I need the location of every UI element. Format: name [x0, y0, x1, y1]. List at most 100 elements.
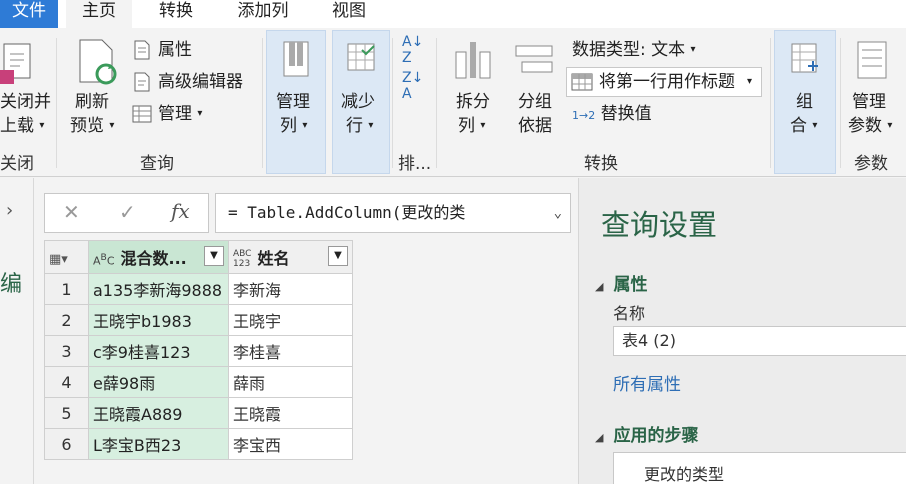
- manage-columns-icon: [283, 41, 309, 77]
- applied-step-item[interactable]: 更改的类型: [613, 452, 906, 484]
- reduce-rows-icon: [347, 43, 375, 71]
- combine-button[interactable]: 合 ▾: [790, 114, 817, 138]
- cell-name[interactable]: 王晓宇: [228, 304, 353, 336]
- column-filter-button[interactable]: ▼: [328, 245, 348, 266]
- table-row: 5 王晓霞A889 王晓霞: [44, 397, 353, 429]
- cell-name[interactable]: 李桂喜: [228, 335, 353, 367]
- queries-vertical-label: 编: [0, 272, 23, 297]
- manage-table-icon: [132, 105, 152, 123]
- cell-name[interactable]: 李新海: [228, 273, 353, 305]
- chevron-right-icon[interactable]: ›: [6, 200, 13, 221]
- pane-title: 查询设置: [601, 208, 718, 242]
- tab-view[interactable]: 视图: [320, 0, 378, 28]
- close-load-label-1[interactable]: 关闭并: [0, 90, 51, 114]
- expand-formula-icon[interactable]: ⌄: [554, 194, 562, 232]
- split-column-label-2: 列: [458, 116, 475, 136]
- refresh-label-2: 预览: [70, 116, 104, 136]
- split-column-button[interactable]: 列 ▾: [458, 114, 485, 138]
- chevron-down-icon[interactable]: ▾: [747, 70, 752, 94]
- ribbon-divider: [392, 38, 393, 168]
- row-number: 4: [44, 366, 89, 398]
- any-type-icon[interactable]: ABC 123: [233, 249, 251, 269]
- replace-values-label: 替换值: [600, 104, 652, 124]
- column-header-name[interactable]: ABC 123 姓名 ▼: [228, 240, 353, 274]
- column-header-name-label: 姓名: [257, 248, 290, 268]
- fx-icon[interactable]: fx: [171, 199, 190, 223]
- query-group-label: 查询: [140, 154, 174, 174]
- chevron-down-icon: ▾: [690, 44, 696, 55]
- manage-columns-button[interactable]: 列 ▾: [280, 114, 307, 138]
- manage-columns-label-1[interactable]: 管理: [276, 90, 310, 114]
- reduce-rows-label-1[interactable]: 减少: [341, 90, 375, 114]
- sort-descending-icon[interactable]: Z↓ A: [402, 70, 423, 102]
- table-row: 6 L李宝B西23 李宝西: [44, 428, 353, 460]
- manage-parameters-button[interactable]: 参数 ▾: [848, 114, 892, 138]
- all-properties-link[interactable]: 所有属性: [613, 370, 681, 395]
- reduce-rows-label-2: 行: [346, 116, 363, 136]
- params-group-label: 参数: [854, 154, 888, 174]
- properties-button[interactable]: 属性: [158, 38, 192, 62]
- chevron-down-icon: ▾: [368, 120, 374, 131]
- row-number: 3: [44, 335, 89, 367]
- table-row: 4 e薛98雨 薛雨: [44, 366, 353, 398]
- ribbon-divider: [770, 38, 771, 168]
- combine-icon: [791, 43, 818, 73]
- row-number: 5: [44, 397, 89, 429]
- sort-group-label: 排...: [398, 154, 432, 174]
- use-first-row-headers-button[interactable]: 将第一行用作标题 ▾: [566, 67, 762, 97]
- properties-section-header[interactable]: ◢ 属性: [595, 270, 647, 295]
- cell-mixed[interactable]: 王晓霞A889: [88, 397, 229, 429]
- tab-transform[interactable]: 转换: [146, 0, 206, 28]
- cell-mixed[interactable]: c李9桂喜123: [88, 335, 229, 367]
- advanced-editor-button[interactable]: 高级编辑器: [158, 70, 243, 94]
- group-by-label-2[interactable]: 依据: [518, 114, 552, 138]
- cell-mixed[interactable]: 王晓宇b1983: [88, 304, 229, 336]
- manage-columns-label-2: 列: [280, 116, 297, 136]
- reduce-rows-button[interactable]: 行 ▾: [346, 114, 373, 138]
- tab-home[interactable]: 主页: [66, 0, 132, 28]
- cell-name[interactable]: 王晓霞: [228, 397, 353, 429]
- combine-label-1[interactable]: 组: [796, 90, 813, 114]
- cell-mixed[interactable]: a135李新海9888: [88, 273, 229, 305]
- query-settings-pane: 查询设置 ◢ 属性 名称 表4 (2) 所有属性 ◢ 应用的步骤 更改的类型: [578, 178, 906, 484]
- cell-mixed[interactable]: L李宝B西23: [88, 428, 229, 460]
- replace-values-icon: 1→2: [572, 109, 596, 122]
- text-type-icon[interactable]: ABC: [93, 252, 115, 267]
- collapse-triangle-icon: ◢: [595, 431, 604, 444]
- formula-text: = Table.AddColumn(更改的类: [228, 203, 466, 222]
- sort-ascending-icon[interactable]: A↓ Z: [402, 34, 423, 66]
- manage-button[interactable]: 管理 ▾: [158, 102, 202, 126]
- replace-values-button[interactable]: 1→2 替换值: [572, 102, 652, 128]
- cell-name[interactable]: 李宝西: [228, 428, 353, 460]
- ribbon: 关闭并 上载 ▾ 关闭 刷新 预览 ▾ 属性 高级编辑器 管理 ▾ 查询 管理 …: [0, 28, 906, 177]
- refresh-label-1[interactable]: 刷新: [75, 90, 109, 114]
- grid-header-row: ▦▾ ABC 混合数... ▼ ABC 123 姓名 ▼: [44, 240, 353, 274]
- confirm-formula-icon[interactable]: ✓: [119, 200, 136, 224]
- tab-add-column[interactable]: 添加列: [228, 0, 298, 28]
- row-number: 1: [44, 273, 89, 305]
- chevron-down-icon: ▾: [39, 120, 45, 131]
- properties-section-label: 属性: [613, 275, 648, 295]
- applied-steps-header[interactable]: ◢ 应用的步骤: [595, 421, 698, 446]
- group-by-icon: [515, 45, 553, 73]
- query-name-input[interactable]: 表4 (2): [613, 326, 906, 356]
- data-type-button[interactable]: 数据类型: 文本 ▾: [572, 38, 696, 62]
- chevron-down-icon: ▾: [197, 108, 203, 119]
- split-column-icon: [455, 42, 491, 79]
- split-column-label-1[interactable]: 拆分: [456, 90, 490, 114]
- refresh-preview-button[interactable]: 预览 ▾: [70, 114, 114, 138]
- cell-mixed[interactable]: e薛98雨: [88, 366, 229, 398]
- tab-file[interactable]: 文件: [0, 0, 58, 28]
- column-filter-button[interactable]: ▼: [204, 246, 224, 266]
- group-by-label-1[interactable]: 分组: [518, 90, 552, 114]
- cancel-formula-icon[interactable]: ✕: [63, 200, 80, 224]
- table-menu-icon[interactable]: ▦▾: [44, 240, 89, 274]
- combine-label-2: 合: [790, 116, 807, 136]
- params-label-1[interactable]: 管理: [852, 90, 886, 114]
- collapse-triangle-icon: ◢: [595, 280, 604, 293]
- formula-bar-input[interactable]: = Table.AddColumn(更改的类 ⌄: [215, 193, 571, 233]
- cell-name[interactable]: 薛雨: [228, 366, 353, 398]
- close-load-button[interactable]: 上载 ▾: [0, 114, 44, 138]
- column-header-mixed[interactable]: ABC 混合数... ▼: [88, 240, 229, 274]
- chevron-down-icon: ▾: [480, 120, 486, 131]
